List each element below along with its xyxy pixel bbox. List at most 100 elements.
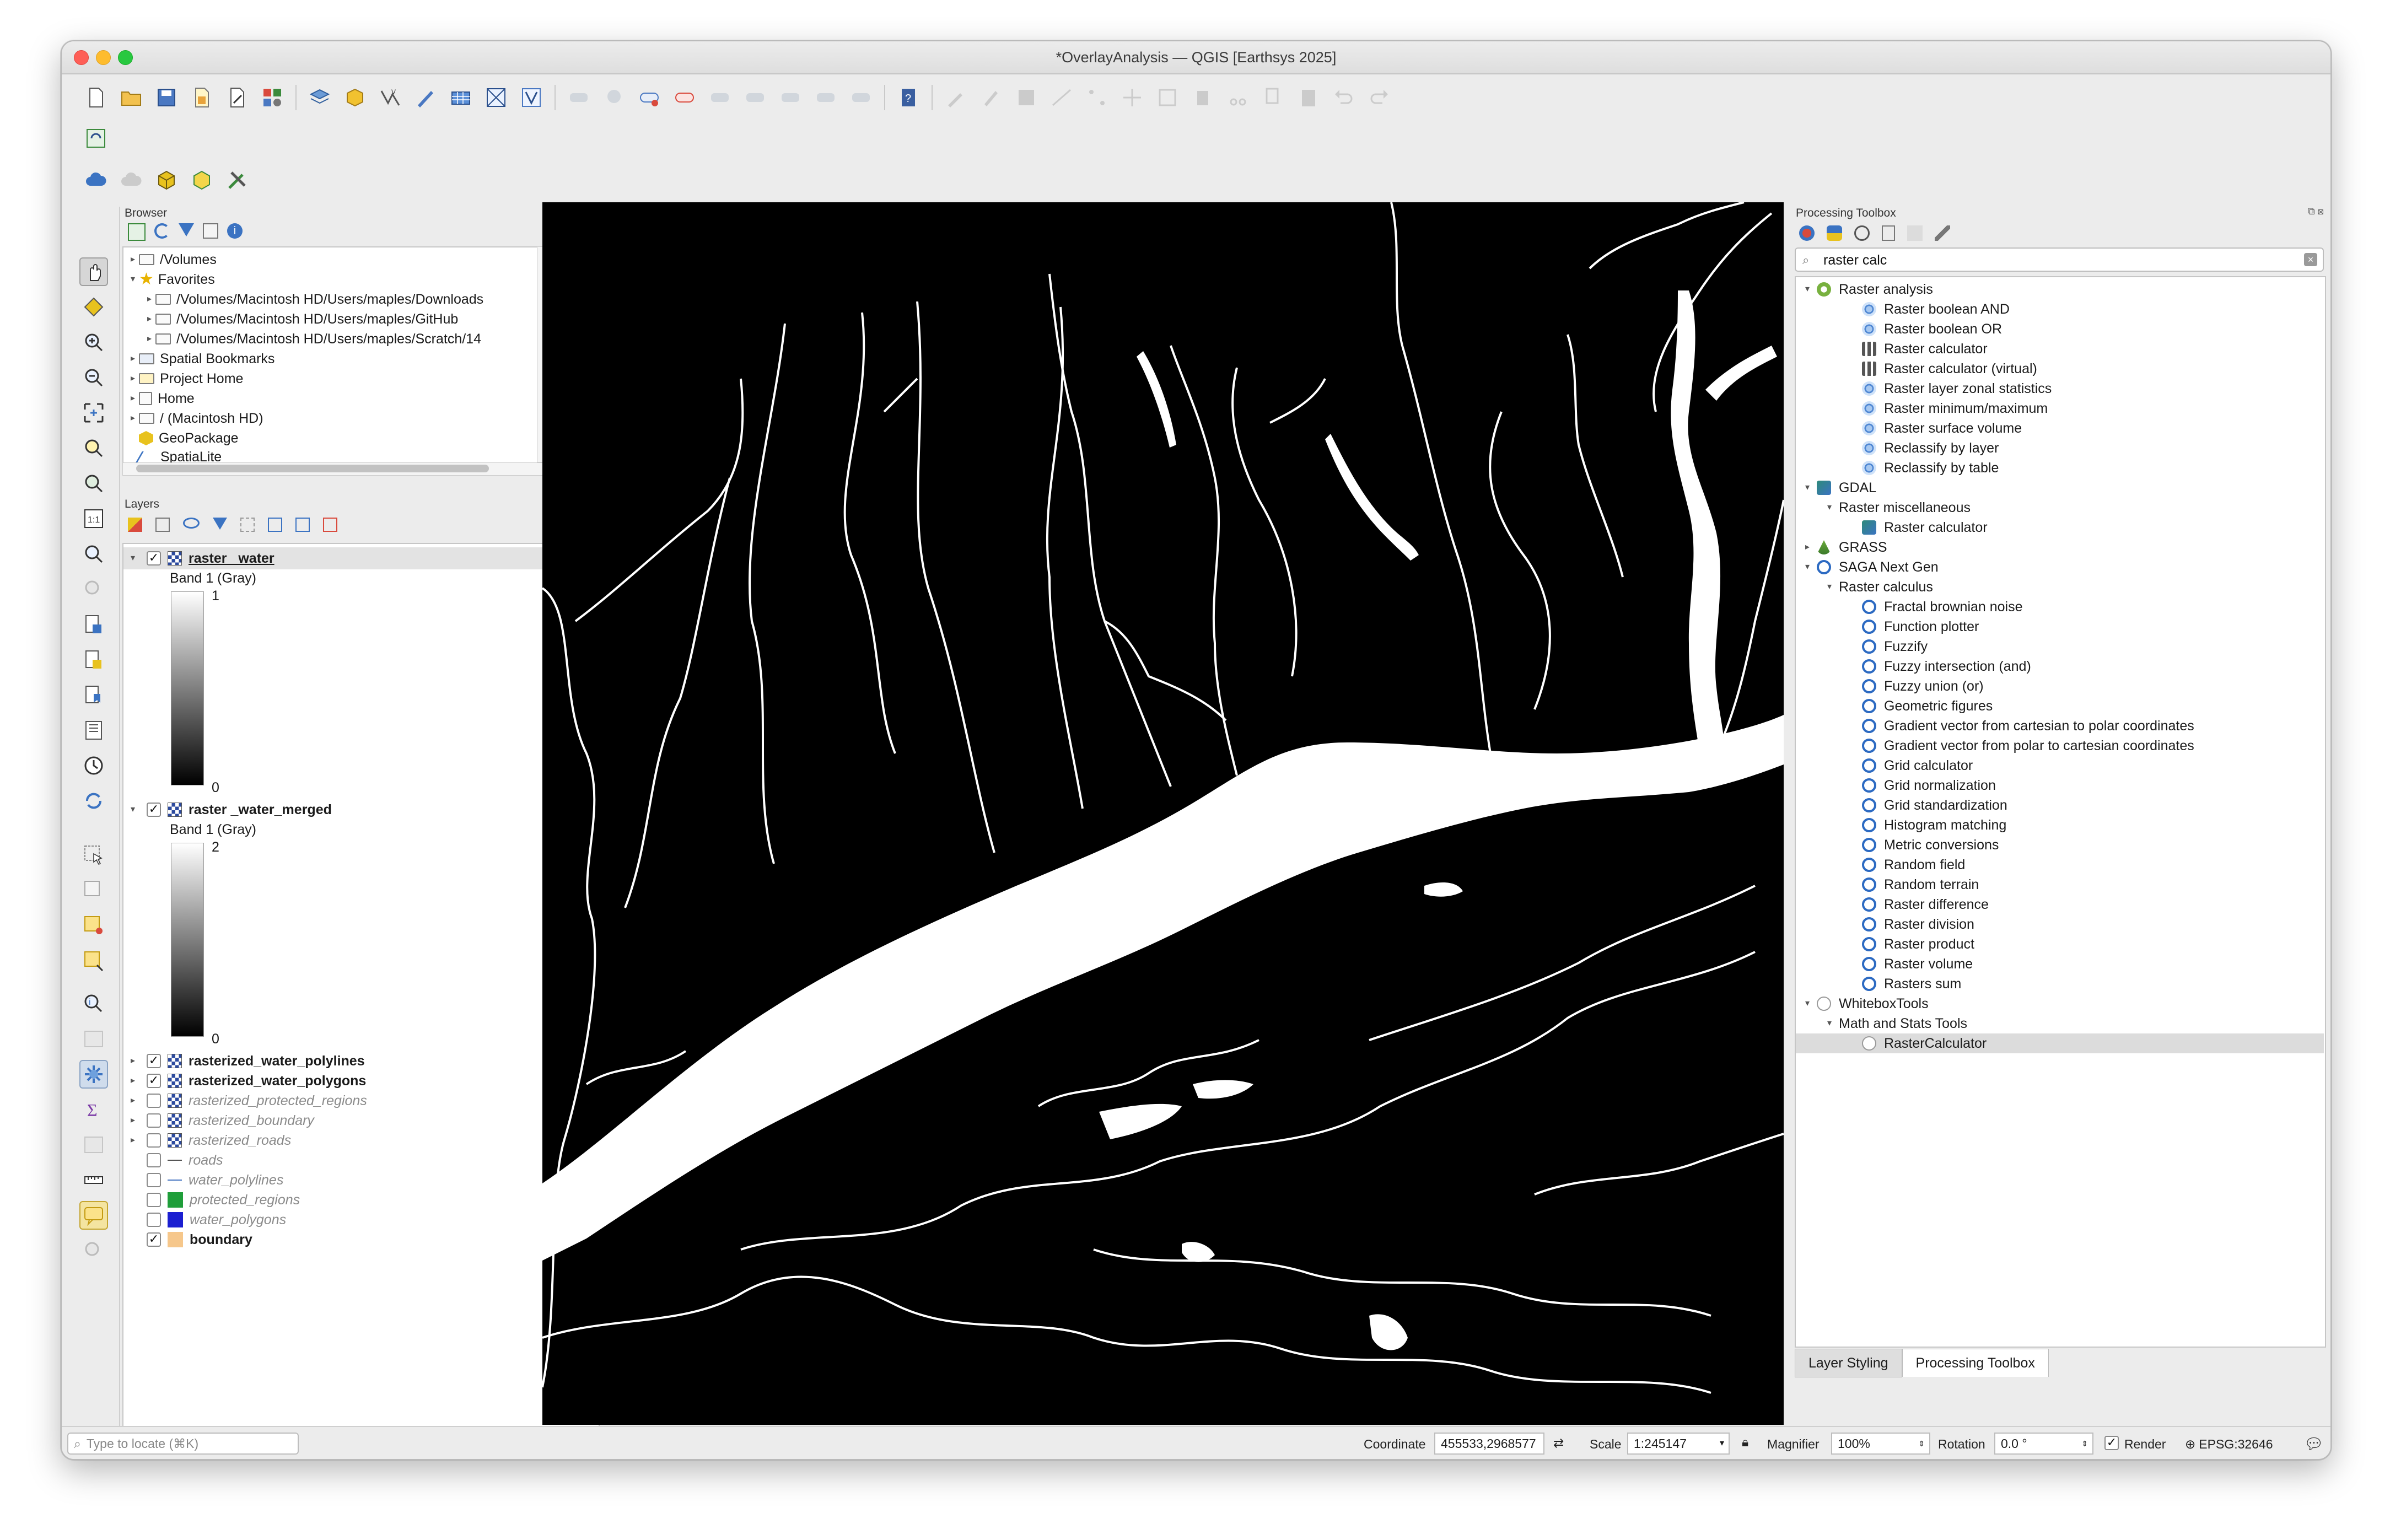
locate-search-field[interactable]: ⌕ Type to locate (⌘K) — [67, 1433, 299, 1455]
change-label-icon[interactable] — [776, 83, 805, 112]
filter-legend-icon[interactable] — [213, 518, 227, 530]
layer-visibility-checkbox[interactable]: ✓ — [147, 1232, 161, 1247]
cloud-icon[interactable] — [82, 166, 110, 195]
algorithm-tree-item[interactable]: ▸ GRASS — [1796, 537, 2324, 557]
pin-labels-icon[interactable] — [600, 83, 628, 112]
layer-item[interactable]: water_polylines — [127, 1170, 283, 1190]
algorithm-tree-item[interactable]: ▾ GDAL — [1796, 478, 2324, 498]
data-source-manager-icon[interactable] — [341, 83, 369, 112]
algorithm-tree-item[interactable]: Fuzzy intersection (and) — [1796, 656, 2324, 676]
collapse-all-icon[interactable] — [203, 223, 218, 239]
algorithm-tree-item[interactable]: Reclassify by table — [1796, 458, 2324, 478]
zoom-full-icon[interactable] — [79, 399, 108, 427]
deselect-features-icon[interactable] — [79, 946, 108, 975]
expand-all-icon[interactable] — [268, 518, 282, 532]
layer-visibility-checkbox[interactable]: ✓ — [147, 1054, 161, 1068]
browser-item[interactable]: ▾ ★ Favorites — [127, 270, 215, 289]
refresh-icon[interactable] — [154, 223, 170, 239]
redo-icon[interactable] — [1365, 83, 1393, 112]
add-raster-icon[interactable] — [446, 83, 475, 112]
zoom-last-icon[interactable] — [79, 540, 108, 568]
algorithm-tree-item[interactable]: Raster product — [1796, 934, 2324, 954]
edit-pencil-icon[interactable] — [941, 83, 970, 112]
algorithm-tree-item[interactable]: Gradient vector from cartesian to polar … — [1796, 716, 2324, 736]
add-selected-layers-icon[interactable] — [128, 223, 146, 241]
digitize-icon[interactable] — [411, 83, 440, 112]
paste-features-icon[interactable] — [1294, 83, 1323, 112]
algorithm-tree-item[interactable]: Raster surface volume — [1796, 418, 2324, 438]
algorithm-tree-item[interactable]: Fuzzy union (or) — [1796, 676, 2324, 696]
add-layer-icon[interactable] — [305, 83, 334, 112]
algorithm-tree-item[interactable]: Grid normalization — [1796, 776, 2324, 795]
layer-item[interactable]: ▸ rasterized_roads — [127, 1130, 291, 1150]
select-features-icon[interactable] — [79, 876, 108, 904]
add-mesh-icon[interactable] — [482, 83, 510, 112]
modify-attributes-icon[interactable] — [1153, 83, 1182, 112]
show-hide-labels-icon[interactable] — [811, 83, 840, 112]
algorithm-tree-item[interactable]: RasterCalculator — [1796, 1033, 2324, 1053]
label-icon[interactable] — [635, 83, 664, 112]
new-map-view-icon[interactable] — [79, 610, 108, 639]
browser-item[interactable]: ▸/Volumes/Macintosh HD/Users/maples/Scra… — [143, 329, 481, 349]
layer-raster-water-merged[interactable]: ▾ ✓ raster _water_merged — [127, 800, 332, 820]
algorithm-tree-item[interactable]: Grid standardization — [1796, 795, 2324, 815]
print-layout-icon[interactable] — [223, 83, 251, 112]
browser-item[interactable]: ▸/Volumes/Macintosh HD/Users/maples/Down… — [143, 289, 483, 309]
algorithm-tree-item[interactable]: Geometric figures — [1796, 696, 2324, 716]
scale-combobox[interactable]: 1:245147 ▾ — [1627, 1433, 1730, 1455]
field-calculator-icon[interactable] — [79, 1130, 108, 1159]
python-scripts-icon[interactable] — [1827, 225, 1842, 241]
layer-item[interactable]: protected_regions — [127, 1190, 300, 1210]
package-icon[interactable] — [187, 166, 216, 195]
add-group-icon[interactable] — [155, 518, 170, 532]
algorithm-tree-item[interactable]: Histogram matching — [1796, 815, 2324, 835]
algorithm-tree-item[interactable]: Raster boolean AND — [1796, 299, 2324, 319]
algorithm-tree-item[interactable]: ▾ Raster calculus — [1796, 577, 2324, 597]
save-as-icon[interactable] — [187, 83, 216, 112]
delete-feature-icon[interactable] — [1188, 83, 1217, 112]
label-tool-icon[interactable] — [564, 83, 593, 112]
help-icon[interactable]: ? — [894, 83, 923, 112]
move-feature-icon[interactable] — [1118, 83, 1146, 112]
move-label-icon[interactable] — [706, 83, 734, 112]
algorithm-tree-item[interactable]: ▾ SAGA Next Gen — [1796, 557, 2324, 577]
layer-item[interactable]: ▸ ✓ rasterized_water_polygons — [127, 1071, 366, 1091]
zoom-to-layer-icon[interactable] — [79, 469, 108, 498]
undo-icon[interactable] — [1329, 83, 1358, 112]
layer-item[interactable]: ▸ rasterized_protected_regions — [127, 1091, 367, 1111]
search-input[interactable]: raster calc — [1823, 252, 1887, 268]
algorithm-tree-item[interactable]: Raster layer zonal statistics — [1796, 379, 2324, 399]
vertex-tool-icon[interactable] — [1083, 83, 1111, 112]
options-icon[interactable] — [1935, 225, 1950, 241]
clear-search-icon[interactable]: × — [2304, 253, 2317, 266]
map-canvas[interactable] — [542, 202, 1784, 1425]
layer-visibility-checkbox[interactable] — [147, 1213, 161, 1227]
cube-icon[interactable] — [152, 166, 181, 195]
tools-icon[interactable] — [223, 166, 251, 195]
layer-visibility-checkbox[interactable]: ✓ — [147, 551, 161, 566]
pan-to-selection-icon[interactable] — [79, 293, 108, 321]
algorithm-tree-item[interactable]: Raster calculator (virtual) — [1796, 359, 2324, 379]
remove-layer-icon[interactable] — [323, 518, 337, 532]
add-vector-icon[interactable]: V — [376, 83, 405, 112]
save-project-icon[interactable] — [152, 83, 181, 112]
layer-visibility-checkbox[interactable]: ✓ — [147, 1074, 161, 1088]
processing-toolbox-icon[interactable] — [79, 1060, 108, 1089]
algorithm-tree-item[interactable]: ▾ Raster analysis — [1796, 279, 2324, 299]
browser-item[interactable]: ▸ Project Home — [127, 369, 243, 389]
statistical-summary-icon[interactable]: Σ — [79, 1095, 108, 1124]
zoom-next-icon[interactable] — [79, 575, 108, 604]
layer-item[interactable]: roads — [127, 1150, 223, 1170]
style-icon[interactable] — [128, 518, 142, 532]
edit-features-in-place-icon[interactable] — [1907, 225, 1923, 241]
layer-visibility-checkbox[interactable] — [147, 1173, 161, 1187]
algorithm-tree-item[interactable]: Raster calculator — [1796, 339, 2324, 359]
cloud-upload-icon[interactable] — [117, 166, 146, 195]
filter-by-expression-icon[interactable] — [240, 518, 255, 532]
algorithm-tree-item[interactable]: ▾ Raster miscellaneous — [1796, 498, 2324, 518]
algorithm-tree-item[interactable]: Rasters sum — [1796, 974, 2324, 994]
rule-label-icon[interactable] — [670, 83, 699, 112]
rotation-spinbox[interactable]: 0.0 ° ⇕ — [1994, 1433, 2093, 1455]
algorithm-tree-item[interactable]: Function plotter — [1796, 617, 2324, 637]
browser-item[interactable]: ▸/Volumes/Macintosh HD/Users/maples/GitH… — [143, 309, 458, 329]
